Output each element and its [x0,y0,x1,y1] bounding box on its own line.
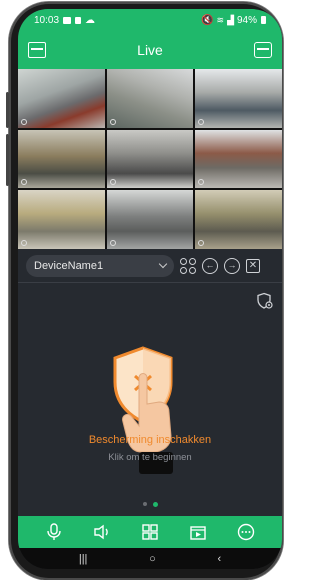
record-indicator-icon [198,179,205,186]
screen: 10:03 ☁ 🔇 ≋ ▟ 94% Live DeviceName1 ← → ✕… [18,9,282,569]
notification-icon [75,16,82,24]
home-icon[interactable]: ○ [149,553,156,565]
record-indicator-icon [198,240,205,246]
previous-icon[interactable]: ← [202,257,218,274]
cloud-icon: ☁ [85,14,96,26]
power-button [6,134,9,186]
record-indicator-icon [21,240,27,246]
chevron-down-icon [158,259,168,269]
camera-tile[interactable] [18,190,105,249]
record-indicator-icon [21,179,27,186]
record-indicator-icon [109,179,116,186]
camera-tile[interactable] [195,190,282,249]
camera-tile[interactable] [195,129,282,189]
page-title: Live [137,42,163,58]
multi-view-icon[interactable] [28,42,46,58]
volume-button [6,92,9,128]
protection-title: Bescherming inschakken [88,434,212,446]
back-icon[interactable]: ‹ [217,553,221,565]
speaker-icon[interactable] [92,523,112,541]
camera-tile[interactable] [195,69,282,128]
battery-text: 94% [236,14,257,26]
device-select-value: DeviceName1 [34,259,104,272]
device-bar: DeviceName1 ← → ✕ [18,249,282,283]
record-indicator-icon [21,118,27,125]
bottom-toolbar [18,516,282,548]
page-dot-active [152,502,158,507]
record-indicator-icon [109,240,116,246]
camera-tile[interactable] [106,190,194,249]
layout-grid-icon[interactable] [140,523,160,541]
system-nav-bar: ||| ○ ‹ [18,548,282,569]
camera-tile[interactable] [106,129,194,189]
page-dot [142,502,147,506]
camera-tile[interactable] [18,129,105,189]
app-header: Live [18,31,282,69]
wifi-icon: ≋ [216,14,225,25]
camera-tile[interactable] [106,69,194,128]
next-icon[interactable]: → [224,257,240,274]
signal-icon: ▟ [227,14,234,25]
gallery-notification-icon [63,16,72,24]
mute-icon: 🔇 [201,14,214,26]
recordings-icon[interactable] [188,523,208,541]
record-indicator-icon [198,118,205,125]
protection-panel: Bescherming inschakken Klik om te beginn… [18,284,282,516]
microphone-icon[interactable] [44,523,64,541]
status-bar: 10:03 ☁ 🔇 ≋ ▟ 94% [18,9,282,31]
camera-grid [18,69,282,249]
protection-subtitle: Klik om te beginnen [108,452,192,463]
status-time: 10:03 [34,14,60,26]
close-icon[interactable]: ✕ [246,258,260,273]
camera-tile[interactable] [18,69,105,128]
ptz-control-icon[interactable] [180,257,196,274]
device-select[interactable]: DeviceName1 [26,254,174,277]
battery-icon [261,16,266,24]
page-indicator [18,502,282,507]
device-list-icon[interactable] [254,42,272,58]
more-icon[interactable] [236,523,256,541]
record-indicator-icon [109,118,116,125]
shield-hand-illustration[interactable] [113,342,193,492]
shield-settings-icon[interactable] [256,292,274,310]
recent-apps-icon[interactable]: ||| [79,553,88,565]
